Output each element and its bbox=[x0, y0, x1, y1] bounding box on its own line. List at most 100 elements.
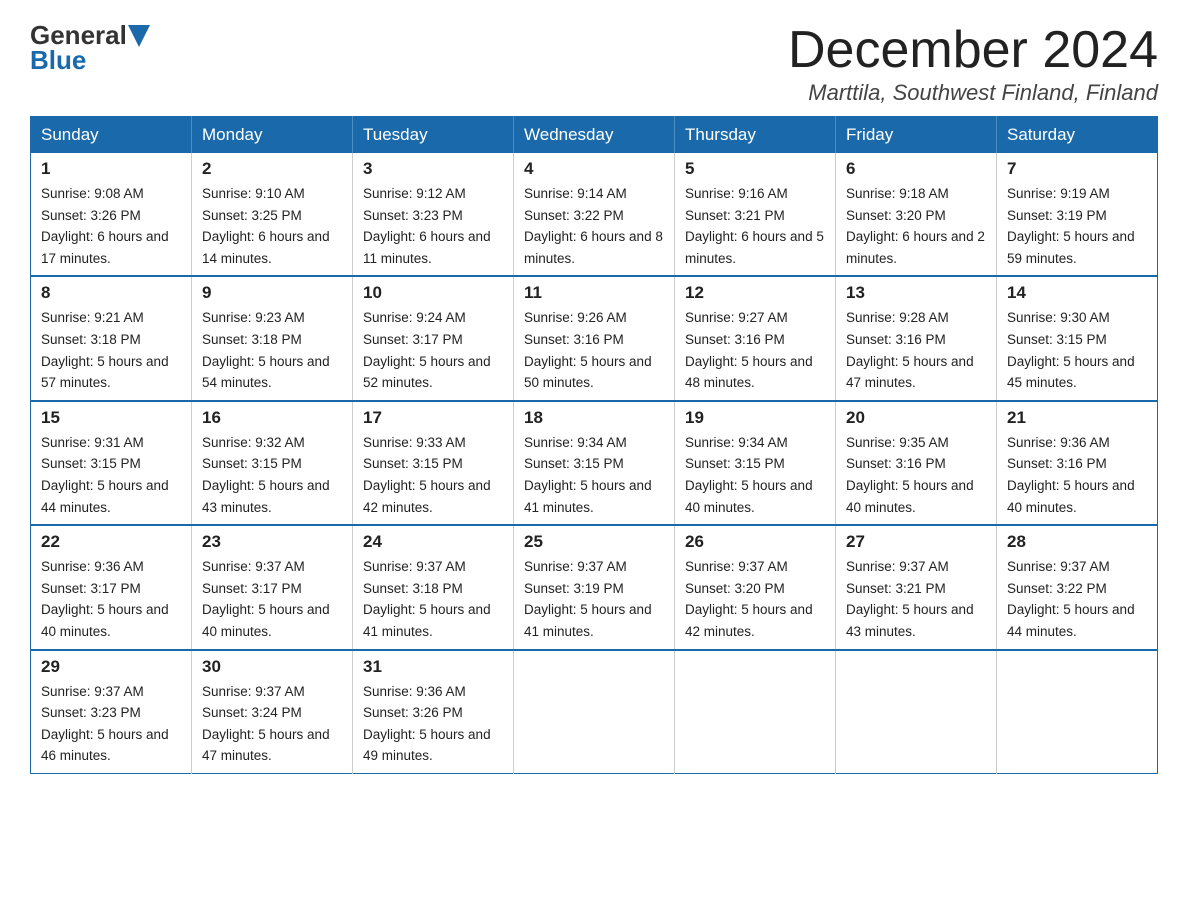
day-number: 7 bbox=[1007, 159, 1147, 179]
day-info: Sunrise: 9:10 AMSunset: 3:25 PMDaylight:… bbox=[202, 183, 342, 269]
day-number: 17 bbox=[363, 408, 503, 428]
calendar-week-row: 15Sunrise: 9:31 AMSunset: 3:15 PMDayligh… bbox=[31, 401, 1158, 525]
day-info: Sunrise: 9:19 AMSunset: 3:19 PMDaylight:… bbox=[1007, 183, 1147, 269]
day-info: Sunrise: 9:37 AMSunset: 3:20 PMDaylight:… bbox=[685, 556, 825, 642]
calendar-week-row: 8 Sunrise: 9:21 AMSunset: 3:18 PMDaylight… bbox=[31, 276, 1158, 400]
day-number: 2 bbox=[202, 159, 342, 179]
calendar-day-cell: 31 Sunrise: 9:36 AMSunset: 3:26 PMDayligh… bbox=[353, 650, 514, 774]
day-info: Sunrise: 9:21 AMSunset: 3:18 PMDaylight:… bbox=[41, 307, 181, 393]
day-number: 25 bbox=[524, 532, 664, 552]
calendar-day-cell: 28 Sunrise: 9:37 AMSunset: 3:22 PMDayligh… bbox=[997, 525, 1158, 649]
day-number: 13 bbox=[846, 283, 986, 303]
calendar-day-cell: 1 Sunrise: 9:08 AMSunset: 3:26 PMDaylight… bbox=[31, 153, 192, 276]
col-thursday: Thursday bbox=[675, 117, 836, 154]
day-number: 26 bbox=[685, 532, 825, 552]
day-info: Sunrise: 9:08 AMSunset: 3:26 PMDaylight:… bbox=[41, 183, 181, 269]
calendar-week-row: 1 Sunrise: 9:08 AMSunset: 3:26 PMDaylight… bbox=[31, 153, 1158, 276]
calendar-day-cell bbox=[997, 650, 1158, 774]
day-info: Sunrise: 9:14 AMSunset: 3:22 PMDaylight:… bbox=[524, 183, 664, 269]
logo-blue-text: Blue bbox=[30, 45, 86, 76]
col-monday: Monday bbox=[192, 117, 353, 154]
day-number: 8 bbox=[41, 283, 181, 303]
day-info: Sunrise: 9:16 AMSunset: 3:21 PMDaylight:… bbox=[685, 183, 825, 269]
day-number: 12 bbox=[685, 283, 825, 303]
day-info: Sunrise: 9:34 AMSunset: 3:15 PMDaylight:… bbox=[685, 432, 825, 518]
calendar-day-cell: 20Sunrise: 9:35 AMSunset: 3:16 PMDayligh… bbox=[836, 401, 997, 525]
col-wednesday: Wednesday bbox=[514, 117, 675, 154]
day-info: Sunrise: 9:37 AMSunset: 3:18 PMDaylight:… bbox=[363, 556, 503, 642]
calendar-week-row: 22 Sunrise: 9:36 AMSunset: 3:17 PMDayligh… bbox=[31, 525, 1158, 649]
logo: General Blue bbox=[30, 20, 151, 76]
day-info: Sunrise: 9:37 AMSunset: 3:23 PMDaylight:… bbox=[41, 681, 181, 767]
day-number: 31 bbox=[363, 657, 503, 677]
col-saturday: Saturday bbox=[997, 117, 1158, 154]
calendar-day-cell: 29 Sunrise: 9:37 AMSunset: 3:23 PMDayligh… bbox=[31, 650, 192, 774]
calendar-day-cell: 6 Sunrise: 9:18 AMSunset: 3:20 PMDaylight… bbox=[836, 153, 997, 276]
day-info: Sunrise: 9:36 AMSunset: 3:26 PMDaylight:… bbox=[363, 681, 503, 767]
day-number: 16 bbox=[202, 408, 342, 428]
calendar-day-cell: 2 Sunrise: 9:10 AMSunset: 3:25 PMDaylight… bbox=[192, 153, 353, 276]
day-info: Sunrise: 9:30 AMSunset: 3:15 PMDaylight:… bbox=[1007, 307, 1147, 393]
day-number: 1 bbox=[41, 159, 181, 179]
col-friday: Friday bbox=[836, 117, 997, 154]
calendar-day-cell: 15Sunrise: 9:31 AMSunset: 3:15 PMDayligh… bbox=[31, 401, 192, 525]
day-number: 11 bbox=[524, 283, 664, 303]
calendar-day-cell: 26 Sunrise: 9:37 AMSunset: 3:20 PMDayligh… bbox=[675, 525, 836, 649]
day-number: 3 bbox=[363, 159, 503, 179]
day-number: 29 bbox=[41, 657, 181, 677]
calendar-table: Sunday Monday Tuesday Wednesday Thursday… bbox=[30, 116, 1158, 774]
day-info: Sunrise: 9:35 AMSunset: 3:16 PMDaylight:… bbox=[846, 432, 986, 518]
calendar-day-cell bbox=[514, 650, 675, 774]
calendar-day-cell: 25 Sunrise: 9:37 AMSunset: 3:19 PMDayligh… bbox=[514, 525, 675, 649]
day-info: Sunrise: 9:24 AMSunset: 3:17 PMDaylight:… bbox=[363, 307, 503, 393]
day-number: 4 bbox=[524, 159, 664, 179]
calendar-day-cell: 21Sunrise: 9:36 AMSunset: 3:16 PMDayligh… bbox=[997, 401, 1158, 525]
day-info: Sunrise: 9:32 AMSunset: 3:15 PMDaylight:… bbox=[202, 432, 342, 518]
calendar-header-row: Sunday Monday Tuesday Wednesday Thursday… bbox=[31, 117, 1158, 154]
day-number: 10 bbox=[363, 283, 503, 303]
day-number: 6 bbox=[846, 159, 986, 179]
day-info: Sunrise: 9:27 AMSunset: 3:16 PMDaylight:… bbox=[685, 307, 825, 393]
calendar-day-cell: 16 Sunrise: 9:32 AMSunset: 3:15 PMDayligh… bbox=[192, 401, 353, 525]
calendar-day-cell: 13 Sunrise: 9:28 AMSunset: 3:16 PMDayligh… bbox=[836, 276, 997, 400]
day-info: Sunrise: 9:31 AMSunset: 3:15 PMDaylight:… bbox=[41, 432, 181, 518]
calendar-day-cell: 22 Sunrise: 9:36 AMSunset: 3:17 PMDayligh… bbox=[31, 525, 192, 649]
calendar-day-cell: 30Sunrise: 9:37 AMSunset: 3:24 PMDayligh… bbox=[192, 650, 353, 774]
day-number: 28 bbox=[1007, 532, 1147, 552]
day-number: 24 bbox=[363, 532, 503, 552]
col-tuesday: Tuesday bbox=[353, 117, 514, 154]
month-title: December 2024 bbox=[788, 20, 1158, 80]
calendar-day-cell: 19Sunrise: 9:34 AMSunset: 3:15 PMDayligh… bbox=[675, 401, 836, 525]
day-info: Sunrise: 9:37 AMSunset: 3:19 PMDaylight:… bbox=[524, 556, 664, 642]
day-info: Sunrise: 9:37 AMSunset: 3:17 PMDaylight:… bbox=[202, 556, 342, 642]
day-number: 22 bbox=[41, 532, 181, 552]
day-info: Sunrise: 9:23 AMSunset: 3:18 PMDaylight:… bbox=[202, 307, 342, 393]
calendar-day-cell: 8 Sunrise: 9:21 AMSunset: 3:18 PMDaylight… bbox=[31, 276, 192, 400]
logo-triangle-icon bbox=[128, 25, 150, 47]
calendar-day-cell: 27Sunrise: 9:37 AMSunset: 3:21 PMDayligh… bbox=[836, 525, 997, 649]
day-info: Sunrise: 9:37 AMSunset: 3:21 PMDaylight:… bbox=[846, 556, 986, 642]
day-info: Sunrise: 9:28 AMSunset: 3:16 PMDaylight:… bbox=[846, 307, 986, 393]
day-info: Sunrise: 9:34 AMSunset: 3:15 PMDaylight:… bbox=[524, 432, 664, 518]
day-info: Sunrise: 9:37 AMSunset: 3:24 PMDaylight:… bbox=[202, 681, 342, 767]
calendar-day-cell: 9 Sunrise: 9:23 AMSunset: 3:18 PMDaylight… bbox=[192, 276, 353, 400]
day-info: Sunrise: 9:33 AMSunset: 3:15 PMDaylight:… bbox=[363, 432, 503, 518]
calendar-day-cell: 7 Sunrise: 9:19 AMSunset: 3:19 PMDaylight… bbox=[997, 153, 1158, 276]
calendar-week-row: 29 Sunrise: 9:37 AMSunset: 3:23 PMDayligh… bbox=[31, 650, 1158, 774]
day-info: Sunrise: 9:26 AMSunset: 3:16 PMDaylight:… bbox=[524, 307, 664, 393]
day-info: Sunrise: 9:37 AMSunset: 3:22 PMDaylight:… bbox=[1007, 556, 1147, 642]
calendar-day-cell: 24 Sunrise: 9:37 AMSunset: 3:18 PMDayligh… bbox=[353, 525, 514, 649]
day-number: 18 bbox=[524, 408, 664, 428]
day-number: 9 bbox=[202, 283, 342, 303]
day-number: 5 bbox=[685, 159, 825, 179]
day-number: 21 bbox=[1007, 408, 1147, 428]
location-title: Marttila, Southwest Finland, Finland bbox=[788, 80, 1158, 106]
page-header: General Blue December 2024 Marttila, Sou… bbox=[30, 20, 1158, 106]
calendar-day-cell: 14Sunrise: 9:30 AMSunset: 3:15 PMDayligh… bbox=[997, 276, 1158, 400]
day-info: Sunrise: 9:36 AMSunset: 3:17 PMDaylight:… bbox=[41, 556, 181, 642]
calendar-day-cell: 17 Sunrise: 9:33 AMSunset: 3:15 PMDayligh… bbox=[353, 401, 514, 525]
col-sunday: Sunday bbox=[31, 117, 192, 154]
calendar-day-cell bbox=[836, 650, 997, 774]
day-info: Sunrise: 9:18 AMSunset: 3:20 PMDaylight:… bbox=[846, 183, 986, 269]
calendar-day-cell: 18 Sunrise: 9:34 AMSunset: 3:15 PMDayligh… bbox=[514, 401, 675, 525]
